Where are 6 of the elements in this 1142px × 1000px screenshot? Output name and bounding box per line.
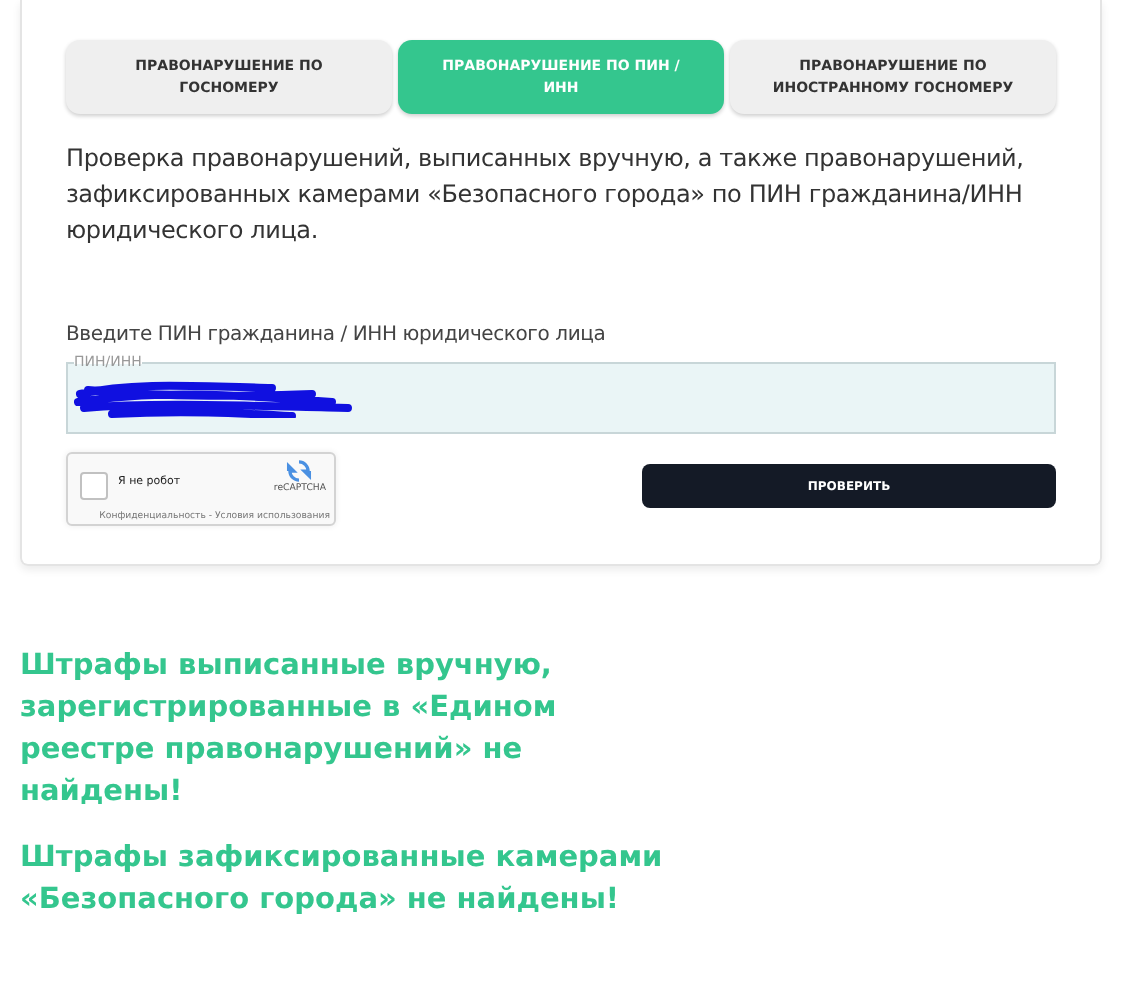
checkbox[interactable] bbox=[80, 472, 108, 500]
field-label: Введите ПИН гражданина / ИНН юридического лица bbox=[66, 324, 608, 346]
refresh-arrows-icon bbox=[286, 458, 313, 484]
result-message: Штрафы выписанные вручную, зарегистрированные в «Едином реестре правонарушений» не найдены! bbox=[20, 648, 559, 812]
description-text: Проверка правонарушений, выписанных вручную, а также правонарушений, зафиксированных камерами «Безопасного города» по ПИН гражданина/ИНН юридического лица. bbox=[66, 142, 1026, 248]
result-message: Штрафы зафиксированные камерами «Безопасного города» не найдены! bbox=[20, 840, 665, 920]
